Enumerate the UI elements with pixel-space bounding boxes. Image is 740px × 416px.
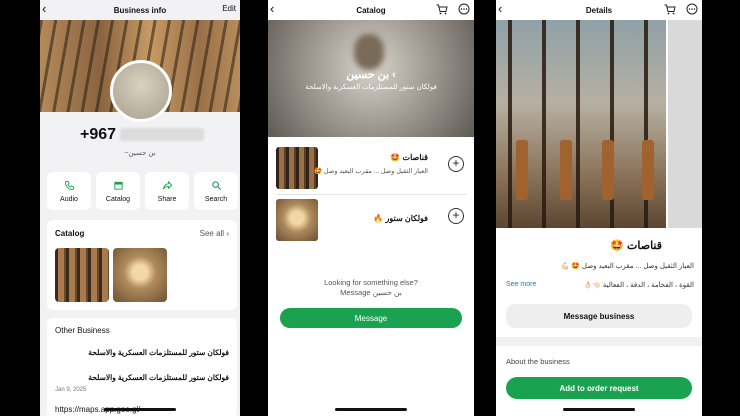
catalog-item-image [276, 199, 318, 241]
catalog-item-title: قناصات 🤩 [390, 153, 428, 162]
details-screen: ‹ Details قناصات 🤩 العيار الثقيل وصل ...… [496, 0, 702, 416]
back-icon[interactable]: ‹ [270, 2, 274, 16]
share-button[interactable]: Share [145, 172, 189, 210]
catalog-label: Catalog [105, 195, 131, 203]
share-icon [162, 180, 172, 189]
catalog-thumbnail-rifles[interactable] [55, 248, 109, 302]
blurred-profile-photo [354, 34, 384, 70]
message-business-button[interactable]: Message business [506, 304, 692, 328]
message-button[interactable]: Message [280, 308, 462, 328]
search-icon [211, 180, 221, 190]
rifle-stock [642, 140, 654, 200]
message-owner-hint: Message بن حسين [340, 288, 402, 297]
other-business-section: Other Business فولكان ستور للمستلزمات ال… [47, 318, 237, 416]
catalog-item[interactable]: فولكان ستور 🔥 + [276, 199, 466, 243]
action-row: Audio Catalog Share Search [47, 172, 238, 210]
back-icon[interactable]: ‹ [42, 2, 46, 16]
catalog-screen: ‹ Catalog بن حسين ‹ فولكان ستور للمستلزم… [268, 0, 474, 416]
phone-number: +967 [80, 126, 205, 144]
about-business-heading: About the business [506, 357, 570, 366]
divider [276, 194, 466, 195]
phone-icon [64, 180, 74, 190]
post-date: Jan 9, 2025 [55, 387, 87, 393]
top-bar: ‹ Business info Edit [40, 0, 240, 20]
catalog-heading: Catalog [55, 229, 85, 238]
search-button[interactable]: Search [194, 172, 238, 210]
screen-title: Details [585, 5, 613, 15]
product-description: العيار الثقيل وصل ... مقرب البعيد وصل 🤩 … [560, 263, 694, 270]
cart-icon[interactable] [664, 4, 676, 15]
rifle-stock [560, 140, 572, 200]
product-description-2: القوة ، الفخامة ، الدقة ، الفعالية 👈🏻👌🏻 [583, 282, 694, 289]
more-icon[interactable] [686, 3, 698, 15]
owner-name[interactable]: بن حسين ‹ [268, 68, 474, 81]
owner-subtitle: فولكان ستور للمستلزمات العسكرية والاسلحة [305, 84, 437, 91]
rifle-stock [516, 140, 528, 200]
add-item-button[interactable]: + [448, 208, 464, 224]
top-bar: ‹ Details [496, 0, 702, 20]
rifle-stock [602, 140, 614, 200]
looking-prompt: Looking for something else? [324, 278, 418, 287]
edit-button[interactable]: Edit [222, 4, 236, 13]
cart-icon[interactable] [436, 4, 448, 15]
more-icon[interactable] [458, 3, 470, 15]
audio-label: Audio [60, 195, 78, 203]
catalog-thumbnail-store[interactable] [113, 248, 167, 302]
see-all-link[interactable]: See all › [200, 229, 229, 238]
home-indicator [335, 408, 407, 411]
screen-title: Business info [113, 5, 167, 15]
chevron-right-icon: › [226, 229, 229, 238]
catalog-item[interactable]: قناصات 🤩 العيار الثقيل وصل ... مقرب البع… [276, 147, 466, 191]
home-indicator [104, 408, 176, 411]
redacted-number [120, 128, 205, 142]
see-more-link[interactable]: See more [506, 281, 536, 288]
avatar[interactable] [110, 60, 172, 122]
other-business-item[interactable]: فولكان ستور للمستلزمات العسكرية والاسلحة [88, 348, 229, 357]
catalog-button[interactable]: Catalog [96, 172, 140, 210]
next-image-preview[interactable] [666, 20, 702, 228]
add-to-order-button[interactable]: Add to order request [506, 377, 692, 399]
catalog-item-title: فولكان ستور 🔥 [373, 214, 428, 223]
product-image[interactable] [496, 20, 702, 228]
business-name: ~بن حسين [124, 150, 156, 157]
other-business-item[interactable]: فولكان ستور للمستلزمات العسكرية والاسلحة [88, 373, 229, 382]
home-indicator [563, 408, 635, 411]
section-separator [496, 337, 702, 346]
business-info-screen: ‹ Business info Edit +967 ~بن حسين Audio… [40, 0, 240, 416]
catalog-item-image [276, 147, 318, 189]
audio-button[interactable]: Audio [47, 172, 91, 210]
catalog-item-description: العيار الثقيل وصل ... مقرب البعيد وصل 🤩 [314, 168, 428, 175]
product-title: قناصات 🤩 [610, 240, 662, 252]
add-item-button[interactable]: + [448, 156, 464, 172]
shop-icon [113, 181, 123, 190]
other-business-heading: Other Business [55, 326, 110, 335]
top-bar: ‹ Catalog [268, 0, 474, 20]
screen-title: Catalog [356, 5, 386, 15]
search-label: Search [204, 195, 228, 203]
share-label: Share [157, 195, 177, 203]
catalog-section: Catalog See all › [47, 220, 237, 310]
see-all-label: See all [199, 229, 225, 238]
back-icon[interactable]: ‹ [498, 2, 502, 16]
